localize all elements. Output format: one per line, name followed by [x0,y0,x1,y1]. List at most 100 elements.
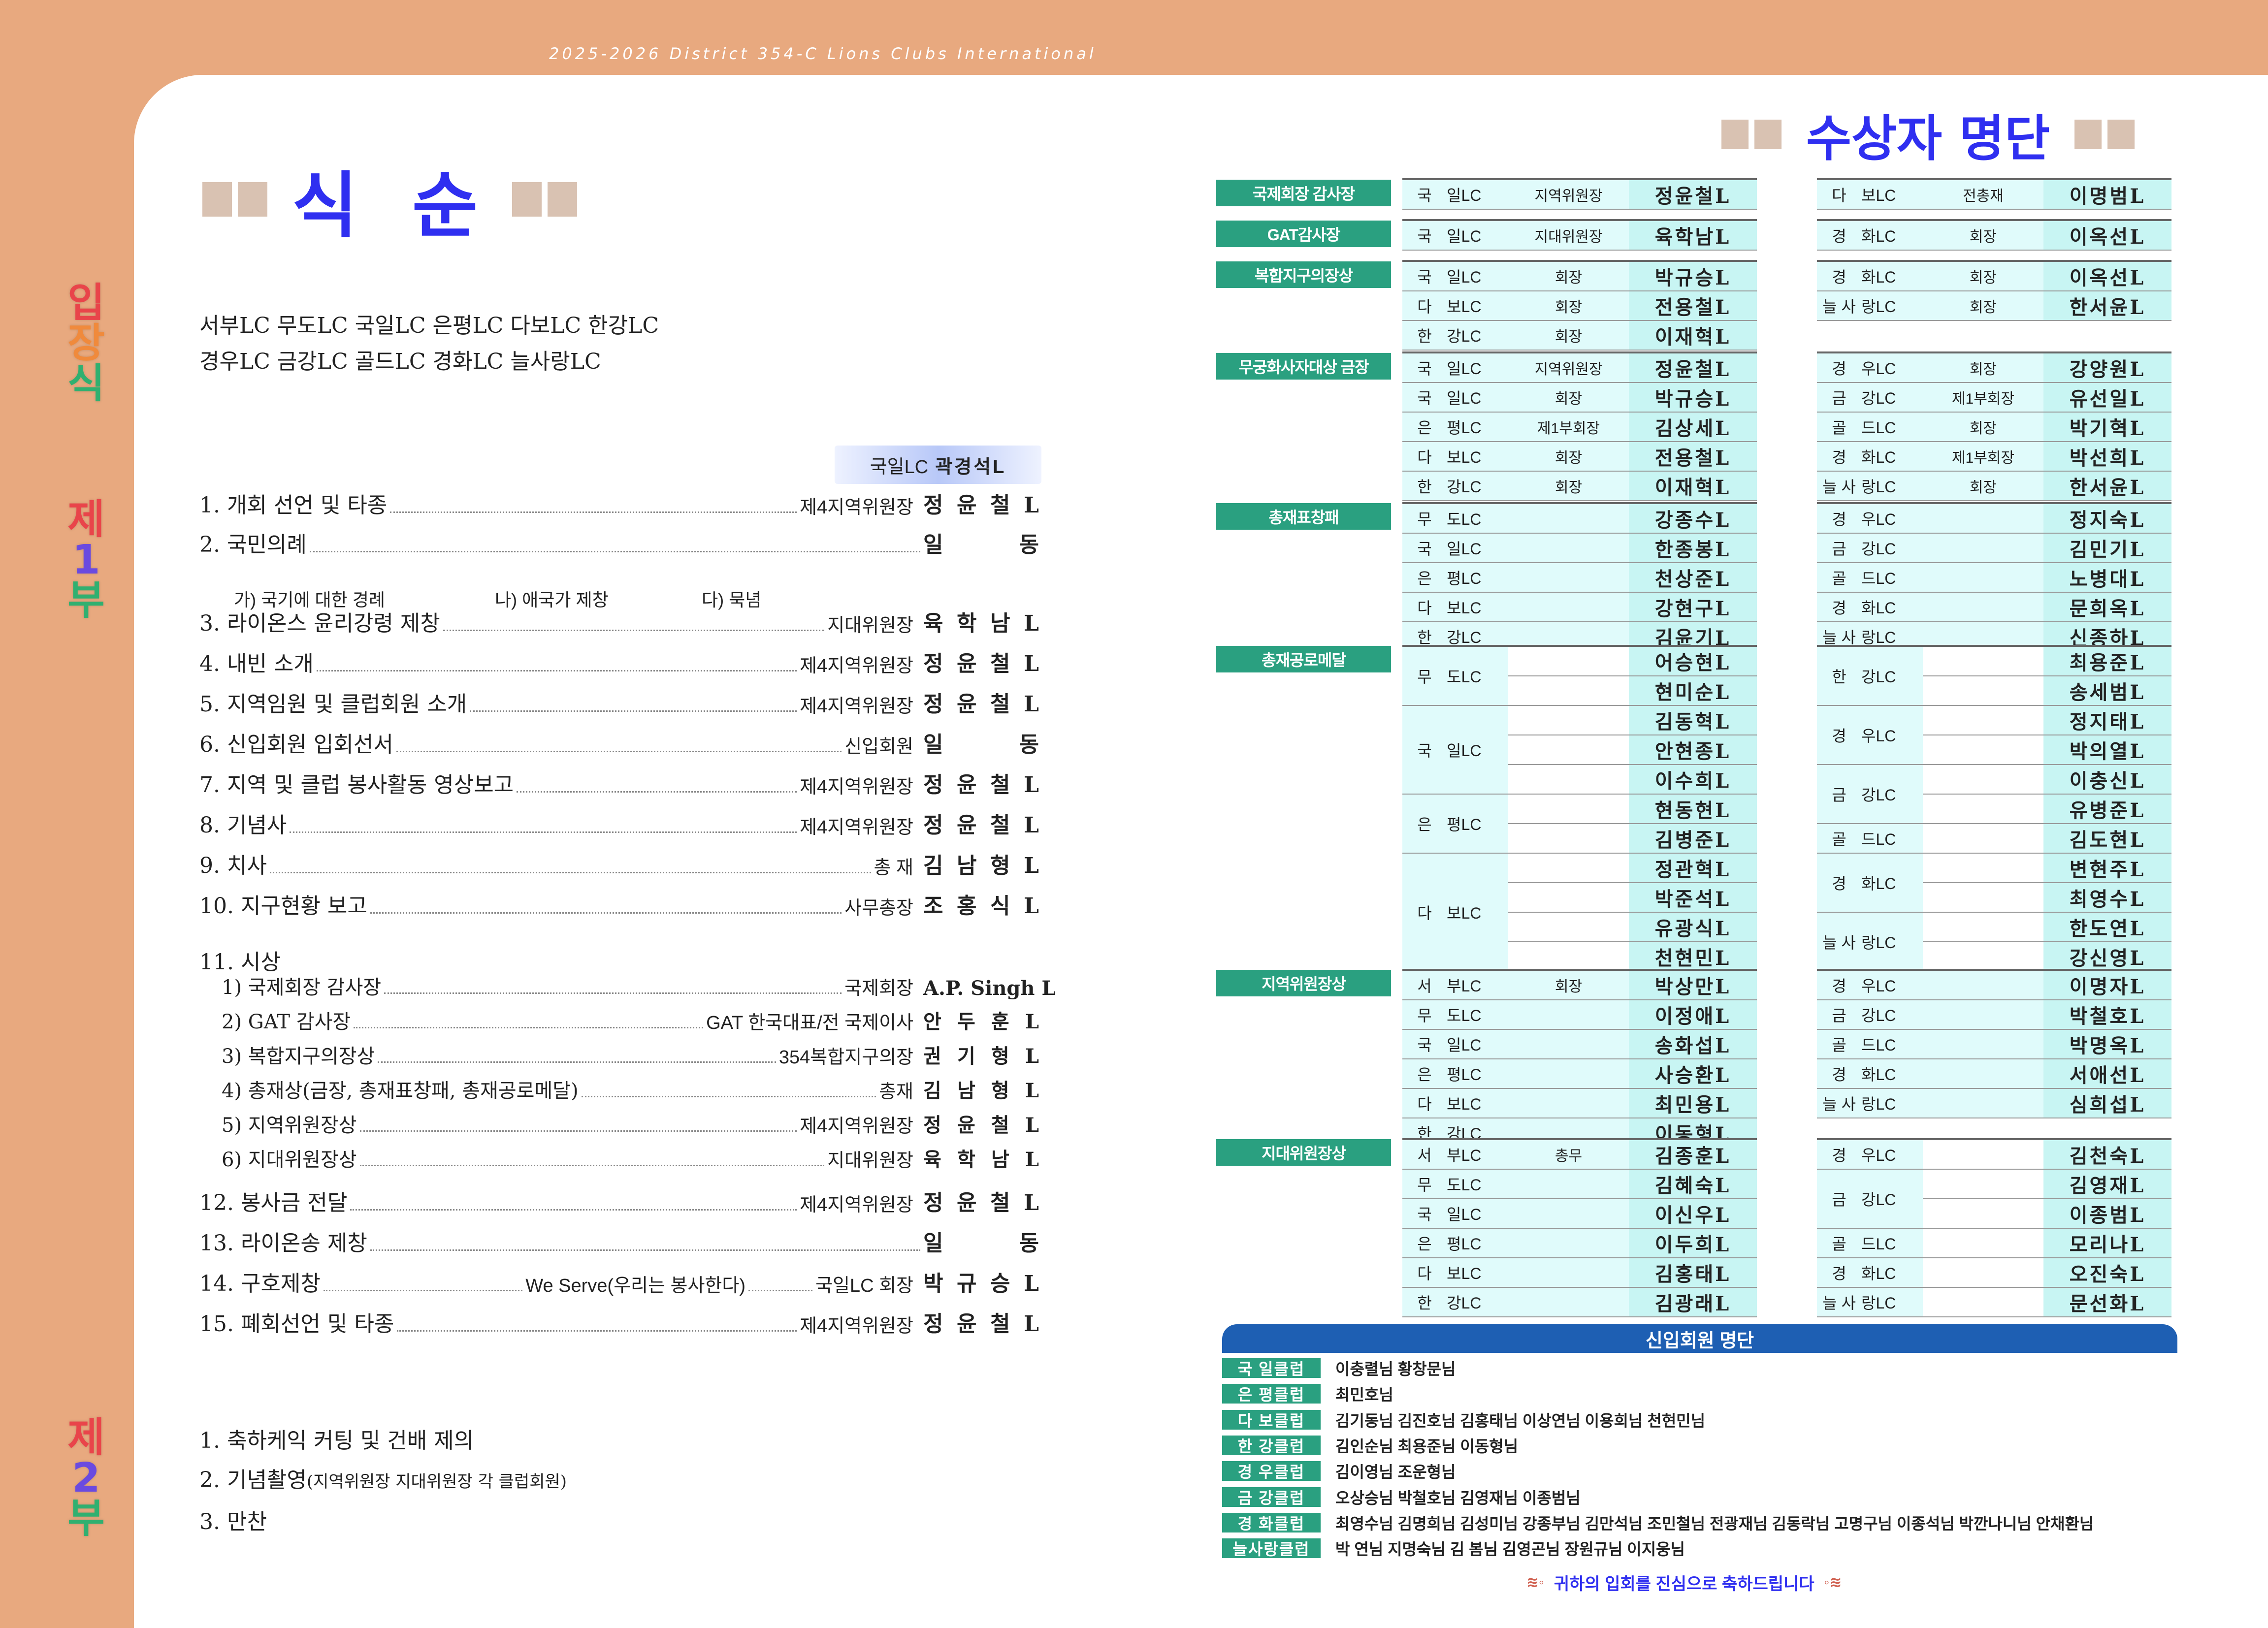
award-table: 국 일LC 지대위원장 육학남L [1402,219,1757,251]
program-item: 12. 봉사금 전달 제4지역위원장 정 윤 철 L [199,1185,1039,1216]
side-label-part2: 제 2 부 [67,1414,105,1542]
table-row: 무 도LC 어승현L [1402,645,1757,706]
award-table: 경 우LC 회장 강양원L 금 강LC 제1부회장 유선일L 골 드LC 회장 박기혁L 경 화LC 제1부… [1817,351,2171,501]
presenter-name: 육 학 남 L [923,1148,1039,1171]
award-group-table: 경 우LC 김천숙L 금 강LC 김영재L 이종범L 골 드LC 모리나L 경 화LC 오진숙L 늘 사랑… [1817,1138,2171,1317]
award-table: 경 우LC 정지숙L 금 강LC 김민기L 골 드LC 노병대L 경 화LC 문희옥L 늘 사 랑LC 신종… [1817,502,2171,652]
club-tag: 금 강클럽 [1222,1487,1321,1507]
table-row: 국 일LC 지역위원장 정윤철L [1402,178,1757,210]
award-group-table: 한 강LC 최용준L 송세범L 경 우LC 정지태L 박의열L 금 강LC 이충신L 유병준L 골 드LC… [1817,645,2171,972]
table-row: 금 강LC 김영재L [1817,1169,2171,1229]
congrats-text: ≋◦ 귀하의 입회를 진심으로 축하드립니다 ◦≋ [1526,1574,1842,1594]
table-row: 국 일LC 한종봉L [1402,533,1757,563]
award-category: 총재공로메달 [1216,646,1391,672]
presenter-name: 정 윤 철 L [923,1190,1039,1215]
part2-item-3: 3. 만찬 [199,1509,267,1534]
table-row: 다 보LC 정관혁L [1402,853,1757,972]
table-row: 경 화LC 제1부회장 박선희L [1817,442,2171,472]
table-row: 골 드LC 회장 박기혁L [1817,412,2171,442]
table-row: 무 도LC 김혜숙L [1402,1169,1757,1199]
clubs-line-1: 서부LC 무도LC 국일LC 은평LC 다보LC 한강LC [199,313,659,338]
program-item: 5. 지역임원 및 클럽회원 소개 제4지역위원장 정 윤 철 L [199,686,1039,718]
table-row: 서 부LC 총무 김종훈L [1402,1138,1757,1170]
award-table: 무 도LC 강종수L 국 일LC 한종봉L 은 평LC 천상준L 다 보LC 강현구L 한 강LC 김윤기L [1402,502,1757,652]
table-row: 늘 사 랑LC 한도연L [1817,912,2171,972]
presenter-name: 김 남 형 L [923,1079,1039,1102]
table-row: 경 화LC 서애선L [1817,1059,2171,1089]
table-row: 경 우LC 김천숙L [1817,1138,2171,1170]
award-category: 국제회장 감사장 [1216,180,1391,206]
table-row: 금 강LC 이충신L [1817,765,2171,824]
presenter-name: 일 동 [923,732,1039,757]
new-members-title: 신입회원 명단 [1222,1324,2177,1353]
table-row: 늘 사 랑LC 회장 한서윤L [1817,291,2171,321]
presenter-name: 박 규 승 L [923,1271,1039,1296]
table-row: 은 평LC 사승환L [1402,1059,1757,1089]
table-row: 다 보LC 최민용L [1402,1088,1757,1118]
table-row: 경 우LC 정지태L [1817,705,2171,765]
table-row: 은 평LC 제1부회장 김상세L [1402,412,1757,442]
table-row: 골 드LC 노병대L [1817,563,2171,593]
presenter-name: A.P. Singh L [923,977,1056,1000]
program-item: 7. 지역 및 클럽 봉사활동 영상보고 제4지역위원장 정 윤 철 L [199,767,1039,798]
program-item: 4) 총재상(금장, 총재표창패, 총재공로메달) 총재 김 남 형 L [222,1075,1039,1103]
program-item: 13. 라이온송 제창 일 동 [199,1225,1039,1257]
presenter-name: 안 두 훈 L [923,1010,1039,1033]
presenter-name: 정 윤 철 L [923,692,1039,717]
award-category: 무궁화사자대상 금장 [1216,353,1391,380]
award-table: 다 보LC 전총재 이명범L [1817,178,2171,210]
header-text: 2025-2026 District 354-C Lions Clubs Int… [549,44,1097,63]
presenter-name: 김 남 형 L [923,853,1039,878]
program-item: 3) 복합지구의장상 354복합지구의장 권 기 형 L [222,1040,1039,1069]
club-tag: 한 강클럽 [1222,1435,1321,1455]
table-row: 서 부LC 회장 박상만L [1402,969,1757,1000]
table-row: 국 일LC 송화섭L [1402,1029,1757,1059]
award-table: 경 우LC 이명자L 금 강LC 박철호L 골 드LC 박명옥L 경 화LC 서애선L 늘 사 랑LC 심희… [1817,969,2171,1118]
new-member-row: 금 강클럽 오상승님 박철호님 김영재님 이종범님 [1222,1486,1581,1508]
table-row: 국 일LC 지대위원장 육학남L [1402,219,1757,251]
table-row: 골 드LC 박명옥L [1817,1029,2171,1059]
clubs-line-2: 경우LC 금강LC 골드LC 경화LC 늘사랑LC [199,349,601,374]
presenter-name: 일 동 [923,1231,1039,1256]
table-row: 국 일LC 회장 박규승L [1402,260,1757,291]
table-row: 다 보LC 회장 전용철L [1402,291,1757,321]
table-row: 국 일LC 김동혁L [1402,705,1757,795]
table-row: 다 보LC 김홍태L [1402,1258,1757,1288]
presenter-name: 정 윤 철 L [923,1114,1039,1137]
part2-item-1: 1. 축하케익 커팅 및 건배 제의 [199,1428,474,1453]
program-item: 2. 국민의례 일 동 [199,527,1039,558]
table-row: 국 일LC 회장 박규승L [1402,383,1757,413]
table-row: 경 화LC 변현주L [1817,853,2171,913]
table-row: 골 드LC 김도현L [1817,824,2171,854]
program-item: 9. 치사 총 재김 남 형 L [199,848,1039,879]
table-row: 한 강LC 회장 이재혁L [1402,471,1757,501]
club-tag: 경 화클럽 [1222,1512,1321,1532]
side-label-part1: 제 1 부 [67,496,105,624]
presenter-name: 조 홍 식 L [923,894,1039,919]
awards-title: 수상자 명단 [1718,98,2138,170]
award-table: 국 일LC 지역위원장 정윤철L [1402,178,1757,210]
award-table: 경 화LC 회장 이옥선L 늘 사 랑LC 회장 한서윤L [1817,260,2171,321]
club-tag: 은 평클럽 [1222,1384,1321,1404]
award-group-table: 무 도LC 어승현L 현미순L 국 일LC 김동혁L 안현종L 이수희L 은 평LC 현동현L 김병준L… [1402,645,1757,1001]
program-item: 6. 신입회원 입회선서 신입회원 일 동 [199,727,1039,758]
table-row: 골 드LC 모리나L [1817,1228,2171,1258]
award-table: 국 일LC 지역위원장 정윤철L 국 일LC 회장 박규승L 은 평LC 제1부회장 김상세L 다 보LC… [1402,351,1757,501]
new-member-row: 경 우클럽 김이영님 조운형님 [1222,1460,1456,1482]
program-item: 10. 지구현황 보고 사무총장 조 홍 식 L [199,888,1039,920]
table-row: 경 우LC 회장 강양원L [1817,351,2171,383]
table-row: 늘 사 랑LC 문선화L [1817,1287,2171,1317]
program-title: 식 순 [199,148,580,251]
program-item: 8. 기념사 제4지역위원장 정 윤 철 L [199,807,1039,839]
new-member-row: 다 보클럽 김기동님 김진호님 김홍태님 이상연님 이용희님 천현민님 [1222,1409,1705,1431]
program-item: 6) 지대위원장상 지대위원장 육 학 남 L [222,1144,1039,1172]
program-item: 4. 내빈 소개 제4지역위원장 정 윤 철 L [199,646,1039,677]
program-item: 14. 구호제창 We Serve(우리는 봉사한다) 국일LC 회장 박 규 승 L [199,1266,1039,1297]
table-row: 금 강LC 김민기L [1817,533,2171,563]
part2-item-2: 2. 기념촬영(지역위원장 지대위원장 각 클럽회원) [199,1468,567,1493]
award-table: 경 화LC 회장 이옥선L [1817,219,2171,251]
program-item: 15. 폐회선언 및 타종 제4지역위원장 정 윤 철 L [199,1306,1039,1338]
table-row: 한 강LC 최용준L [1817,645,2171,706]
table-row: 은 평LC 이두희L [1402,1228,1757,1258]
table-row: 은 평LC 현동현L [1402,794,1757,854]
